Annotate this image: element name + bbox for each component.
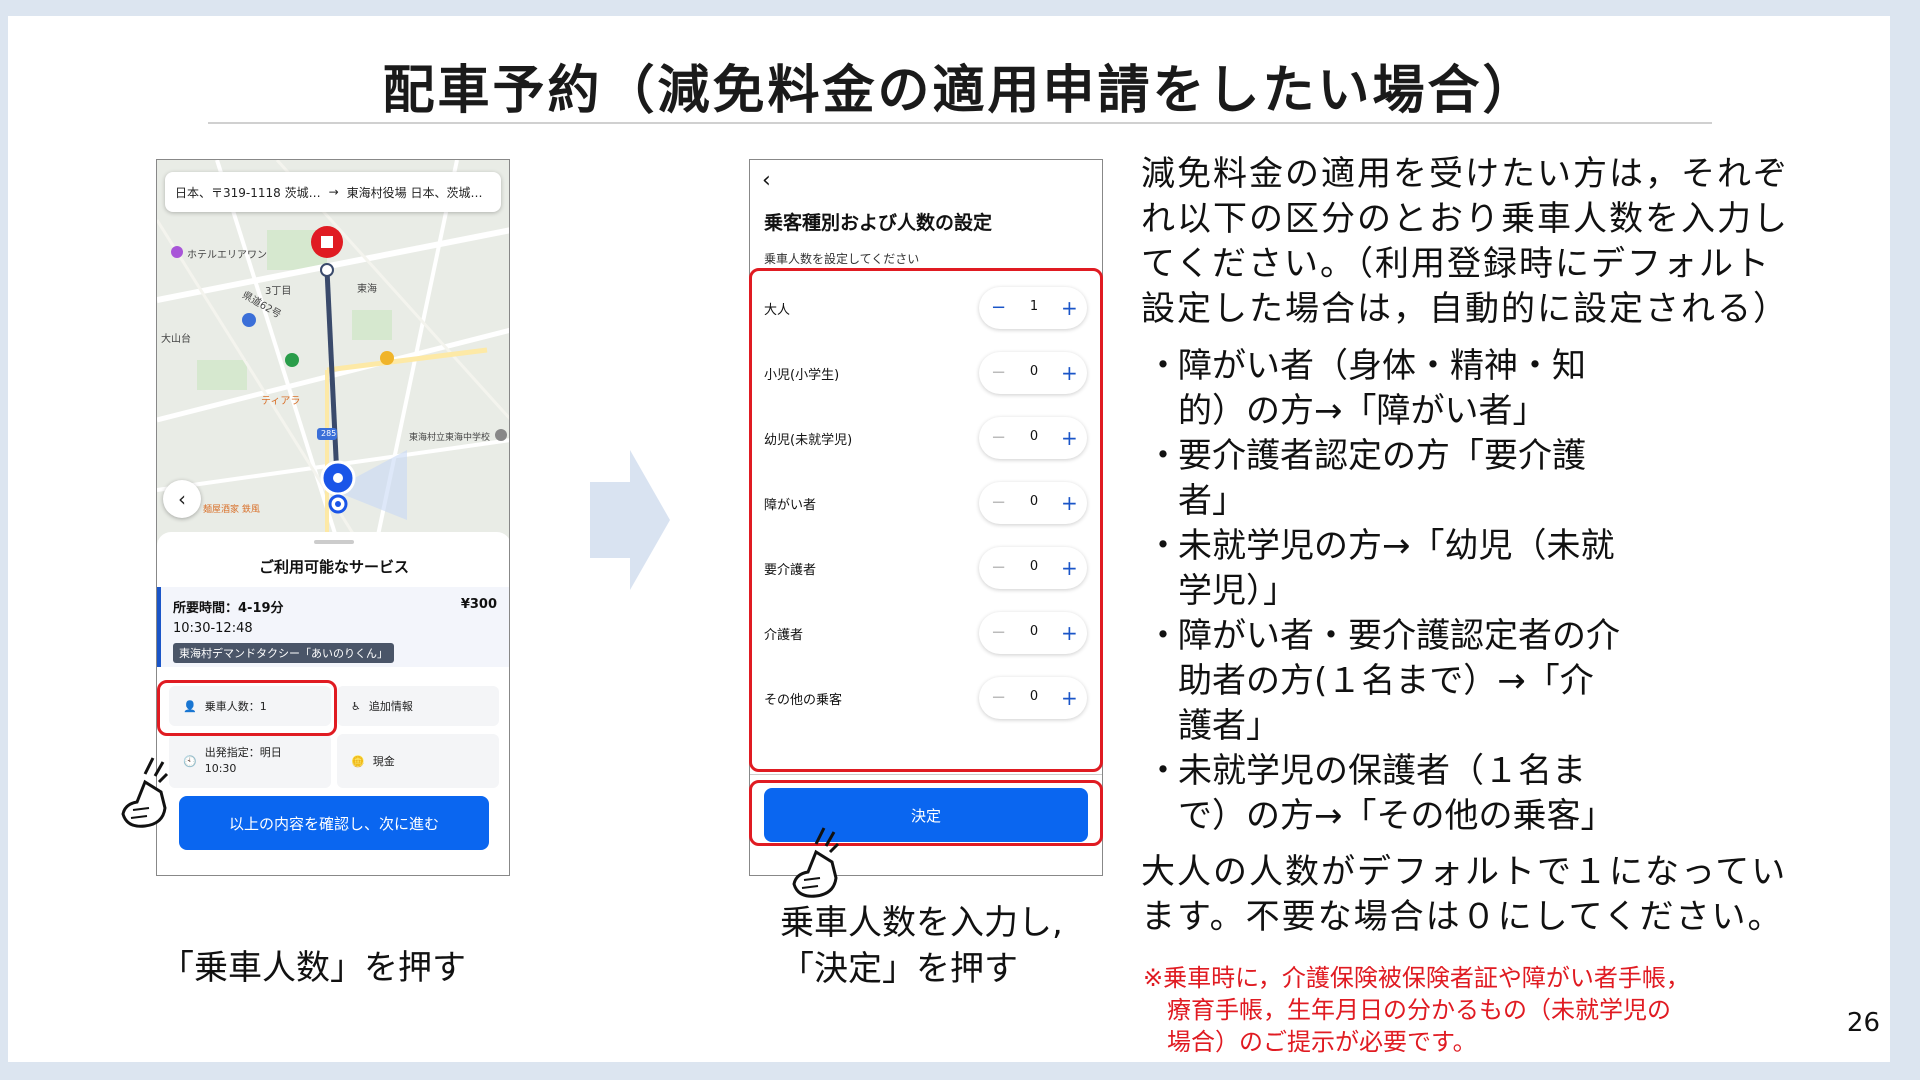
default-note-line: 大人の人数がデフォルトで１になってい xyxy=(1141,852,1788,892)
payment-label: 現金 xyxy=(372,755,395,768)
sheet-handle[interactable] xyxy=(314,540,354,544)
destination-address: 東海村役場 日本、茨城… xyxy=(346,185,483,200)
list-item: ・ 未就学児の方→「幼児（未就 学児）」 xyxy=(1146,524,1620,614)
list-item: ・ 未就学児の保護者（１名ま で）の方→「その他の乗客」 xyxy=(1146,749,1620,839)
confirm-next-button[interactable]: 以上の内容を確認し、次に進む xyxy=(179,796,489,850)
list-item-line: 障がい者・要介護認定者の介 xyxy=(1178,616,1620,656)
map-label-chome: 3丁目 xyxy=(265,286,292,297)
list-item-line: 要介護者認定の方「要介護 xyxy=(1178,436,1586,476)
arrow-right-icon: → xyxy=(328,185,339,199)
arrow-right-icon xyxy=(590,450,670,590)
caption-step2-line1: 乗車人数を入力し, xyxy=(780,903,1063,943)
map-label-route: 285 xyxy=(321,429,337,438)
coins-icon: 🪙 xyxy=(351,754,365,768)
service-price: ¥300 xyxy=(460,597,497,612)
list-item-line: 未就学児の保護者（１名ま xyxy=(1178,751,1586,791)
clock-icon: 🕙 xyxy=(183,754,197,768)
page-number: 26 xyxy=(1846,1008,1880,1038)
bullet-mark: ・ xyxy=(1146,616,1180,656)
back-button[interactable]: ‹ xyxy=(163,480,201,518)
list-item: ・ 要介護者認定の方「要介護 者」 xyxy=(1146,434,1620,524)
list-item-line: 護者」 xyxy=(1178,706,1280,746)
departure-label: 出発指定：明日 xyxy=(204,746,282,759)
pointing-hand-icon xyxy=(121,757,169,828)
intro-line: 設定した場合は，自動的に設定される） xyxy=(1141,289,1789,329)
payment-button[interactable]: 🪙 現金 xyxy=(337,734,499,788)
phone-screenshot-map: 日本、〒319-1118 茨城… → 東海村役場 日本、茨城… ホテルエリアワン… xyxy=(156,159,510,876)
bullet-mark: ・ xyxy=(1146,526,1180,566)
departure-time: 10:30 xyxy=(204,762,237,775)
map-graphic xyxy=(157,160,509,540)
list-item: ・ 障がい者（身体・精神・知 的）の方→「障がい者」 xyxy=(1146,344,1620,434)
list-item-line: で）の方→「その他の乗客」 xyxy=(1178,796,1615,836)
wheelchair-icon: ♿ xyxy=(351,699,361,713)
caption-step2-line2: 「決定」を押す xyxy=(780,949,1018,989)
departure-button[interactable]: 🕙 出発指定：明日 10:30 xyxy=(169,734,331,788)
intro-line: れ以下の区分のとおり乗車人数を入力し xyxy=(1141,199,1789,239)
highlight-passenger-rows xyxy=(749,268,1103,772)
service-duration: 所要時間：4-19分 xyxy=(173,601,284,616)
map-label-tokai: 東海 xyxy=(357,284,377,295)
list-item-line: 者」 xyxy=(1178,481,1246,521)
bullet-mark: ・ xyxy=(1146,751,1180,791)
divider xyxy=(750,774,1102,775)
boarding-note-line: ※乗車時に，介護保険被保険者証や障がい者手帳， xyxy=(1143,964,1690,992)
list-item: ・ 障がい者・要介護認定者の介 助者の方(１名まで）→「介 護者」 xyxy=(1146,614,1620,749)
intro-line: てください。（利用登録時にデフォルト xyxy=(1141,244,1771,284)
boarding-note-line: 療育手帳，生年月日の分かるもの（未就学児の xyxy=(1167,996,1671,1024)
list-item-line: 的）の方→「障がい者」 xyxy=(1178,391,1547,431)
boarding-note-line: 場合）のご提示が必要です。 xyxy=(1167,1028,1477,1056)
route-map[interactable]: 日本、〒319-1118 茨城… → 東海村役場 日本、茨城… ホテルエリアワン… xyxy=(157,160,509,540)
map-label-hotel: ホテルエリアワン xyxy=(187,250,267,261)
passenger-settings-subtitle: 乗車人数を設定してください xyxy=(764,252,920,266)
chevron-left-icon[interactable]: ‹ xyxy=(762,168,771,193)
map-label-izakaya: 麺屋酒家 鉄風 xyxy=(203,505,260,515)
default-note: 大人の人数がデフォルトで１になってい ます。不要な場合は０にしてください。 xyxy=(1141,850,1787,940)
bullet-mark: ・ xyxy=(1146,346,1180,386)
highlight-passengers xyxy=(157,680,337,736)
list-item-line: 未就学児の方→「幼児（未就 xyxy=(1178,526,1615,566)
caption-step2: 乗車人数を入力し, 「決定」を押す xyxy=(780,900,1063,992)
chevron-left-icon: ‹ xyxy=(178,487,186,511)
map-label-oyamadai: 大山台 xyxy=(161,334,191,345)
service-time-range: 10:30-12:48 xyxy=(173,621,253,636)
bullet-mark: ・ xyxy=(1146,436,1180,476)
page-title: 配車予約（減免料金の適用申請をしたい場合） xyxy=(382,61,1538,121)
origin-address: 日本、〒319-1118 茨城… xyxy=(175,185,321,200)
caption-step1: 「乗車人数」を押す xyxy=(160,948,466,988)
list-item-line: 学児）」 xyxy=(1178,571,1297,611)
sheet-title: ご利用可能なサービス xyxy=(258,558,409,576)
list-item-line: 助者の方(１名まで）→「介 xyxy=(1178,661,1594,701)
service-card[interactable]: 所要時間：4-19分 ¥300 10:30-12:48 東海村デマンドタクシー「… xyxy=(157,587,509,667)
map-label-tiara: ティアラ xyxy=(261,396,301,407)
intro-line: 減免料金の適用を受けたい方は，それぞ xyxy=(1141,154,1789,194)
default-note-line: ます。不要な場合は０にしてください。 xyxy=(1141,897,1784,937)
route-address-bar[interactable]: 日本、〒319-1118 茨城… → 東海村役場 日本、茨城… xyxy=(165,172,501,212)
list-item-line: 障がい者（身体・精神・知 xyxy=(1178,346,1586,386)
instructions-intro: 減免料金の適用を受けたい方は，それぞ れ以下の区分のとおり乗車人数を入力し てく… xyxy=(1141,152,1821,332)
service-name-badge: 東海村デマンドタクシー「あいのりくん」 xyxy=(173,643,394,663)
map-label-school: 東海村立東海中学校 xyxy=(409,433,491,443)
pointing-hand-icon xyxy=(792,827,840,898)
departure-text: 出発指定：明日 10:30 xyxy=(205,745,282,777)
boarding-note: ※乗車時に，介護保険被保険者証や障がい者手帳， 療育手帳，生年月日の分かるもの（… xyxy=(1143,962,1690,1058)
category-list: ・ 障がい者（身体・精神・知 的）の方→「障がい者」 ・ 要介護者認定の方「要介… xyxy=(1146,344,1620,839)
passenger-settings-title: 乗客種別および人数の設定 xyxy=(764,212,993,234)
title-divider xyxy=(208,122,1712,124)
extra-info-label: 追加情報 xyxy=(368,700,413,713)
extra-info-button[interactable]: ♿ 追加情報 xyxy=(337,686,499,726)
